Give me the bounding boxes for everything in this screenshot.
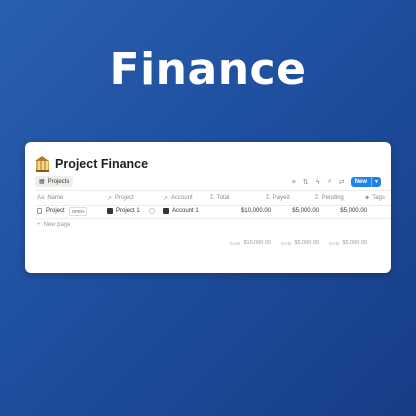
toolbar: ≡ ⇅ ϟ ⌕ ⇄ New ▼ <box>285 177 381 187</box>
column-header-name[interactable]: Aa Name <box>37 191 63 205</box>
account-value[interactable]: Account 1 <box>172 208 199 214</box>
chevron-down-icon[interactable]: ▼ <box>371 177 381 187</box>
new-page-button[interactable]: + New page <box>37 218 71 232</box>
table-view-icon: ▦ <box>39 179 45 185</box>
formula-icon: Σ <box>266 195 270 201</box>
cell-name[interactable]: Project OPEN <box>37 204 88 218</box>
page-title: Project Finance <box>55 156 149 171</box>
pending-value: $5,000.00 <box>340 208 367 214</box>
calc-pending-value: $5,000.00 <box>342 240 367 246</box>
column-header-account[interactable]: ↗ Account <box>163 191 193 205</box>
new-button[interactable]: New ▼ <box>350 177 381 187</box>
sort-icon[interactable]: ⇅ <box>303 178 309 186</box>
new-page-row[interactable]: + New page <box>35 218 391 232</box>
column-label: Total <box>216 195 230 201</box>
page-icon <box>163 208 169 214</box>
relation-icon: ↗ <box>163 195 169 202</box>
open-button[interactable]: OPEN <box>68 206 88 216</box>
more-icon[interactable]: ⇄ <box>339 178 345 186</box>
column-header-tags[interactable]: ⬥ Tags <box>365 191 385 205</box>
plus-icon: + <box>37 222 41 228</box>
new-page-label: New page <box>43 222 71 228</box>
calc-pending[interactable]: SUM $5,000.00 <box>315 238 367 248</box>
column-header-project[interactable]: ↗ Project <box>107 191 134 205</box>
view-tab-projects[interactable]: ▦ Projects <box>35 176 74 187</box>
cell-project[interactable]: Project 1 <box>107 204 140 218</box>
search-icon[interactable]: ⌕ <box>327 178 333 186</box>
column-label: Payed <box>272 195 290 201</box>
bank-icon <box>35 156 50 172</box>
hero-title: Finance <box>109 44 307 95</box>
cell-payed[interactable]: $5,000.00 <box>266 204 319 218</box>
column-label: Pending <box>321 195 344 201</box>
cell-pending[interactable]: $5,000.00 <box>315 204 367 218</box>
filter-icon[interactable]: ≡ <box>291 179 297 186</box>
calc-label: SUM <box>229 240 241 246</box>
column-header-pending[interactable]: Σ Pending <box>315 191 344 205</box>
cell-total[interactable]: $10,000.00 <box>210 204 271 218</box>
column-label: Account <box>171 195 193 201</box>
page-icon <box>107 208 113 214</box>
column-label: Project <box>115 195 134 201</box>
row-name: Project <box>46 208 65 214</box>
notion-database-card: Project Finance ▦ Projects ≡ ⇅ ϟ ⌕ ⇄ New… <box>25 142 391 273</box>
relation-icon: ↗ <box>107 195 113 202</box>
add-relation-icon[interactable] <box>149 204 155 218</box>
new-button-label: New <box>354 179 368 185</box>
calc-label: SUM <box>280 240 292 246</box>
formula-icon: Σ <box>315 195 319 201</box>
tag-icon: ⬥ <box>365 194 370 201</box>
view-tab-label: Projects <box>47 178 70 185</box>
page-icon <box>37 208 42 214</box>
table-row[interactable]: Project OPEN Project 1 Account 1 $10,000… <box>35 204 391 219</box>
formula-icon: Σ <box>210 195 214 201</box>
column-label: Name <box>47 195 64 201</box>
column-label: Tags <box>372 195 385 201</box>
column-header-payed[interactable]: Σ Payed <box>266 191 290 205</box>
calc-total[interactable]: SUM $10,000.00 <box>210 238 271 248</box>
cell-account[interactable]: Account 1 <box>163 204 199 218</box>
calc-payed[interactable]: SUM $5,000.00 <box>266 238 319 248</box>
calc-label: SUM <box>328 240 340 246</box>
text-icon: Aa <box>37 195 45 201</box>
column-header-total[interactable]: Σ Total <box>210 191 229 205</box>
calculation-row: SUM $10,000.00 SUM $5,000.00 SUM $5,000.… <box>35 238 391 248</box>
page-header: Project Finance <box>35 156 149 172</box>
lightning-icon[interactable]: ϟ <box>315 179 321 186</box>
project-value[interactable]: Project 1 <box>116 208 140 214</box>
